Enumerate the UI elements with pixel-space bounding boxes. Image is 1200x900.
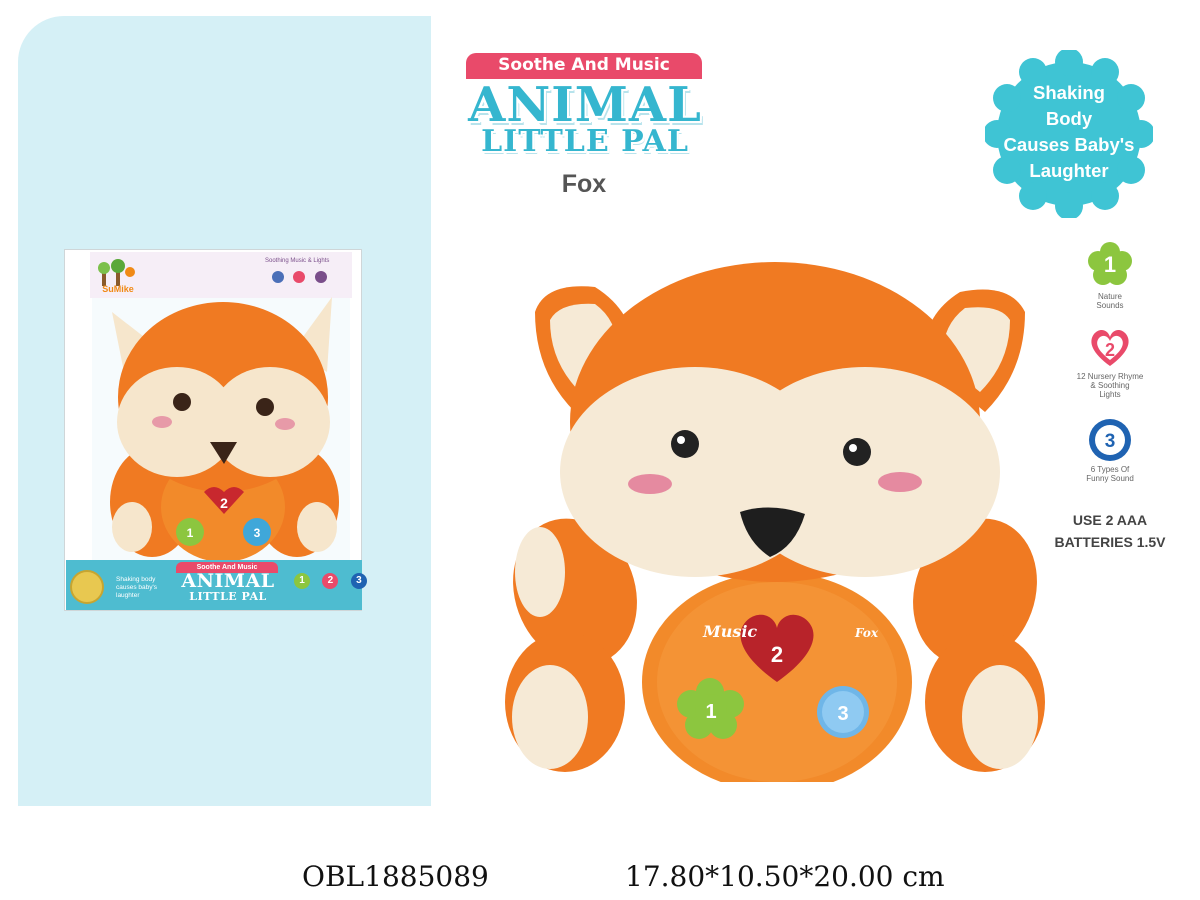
toy-button-3-label: 3 — [837, 703, 848, 725]
box-feature-1-icon: 1 — [294, 573, 310, 589]
soothing-icon — [272, 271, 284, 283]
toy-button-1-label: 1 — [705, 701, 716, 723]
box-header-text: Soothing Music & Lights — [265, 258, 330, 264]
badge-line: Causes Baby's — [1003, 134, 1135, 155]
feature-2-label-line: 12 Nursery Rhyme — [1076, 372, 1144, 381]
item-code: OBL1885089 — [302, 860, 489, 893]
box-button-3-label: 3 — [254, 526, 261, 540]
fox-toy-image: 2 1 3 Music Fox — [505, 262, 1045, 782]
badge-line: Body — [1045, 108, 1093, 129]
feature-3-label-line: 6 Types Of — [1090, 465, 1130, 474]
badge-line: Laughter — [1029, 160, 1109, 181]
product-line-subtitle: LITTLE PAL — [481, 124, 689, 159]
box-button-1-label: 1 — [187, 526, 194, 540]
feature-2-label-line: & Soothing — [1090, 381, 1130, 390]
heart-icon: 2 — [1091, 330, 1129, 366]
toy-fox-label: Fox — [854, 626, 879, 640]
feature-1-label: Nature Sounds — [1050, 292, 1170, 310]
badge-text: Shaking Body Causes Baby's Laughter — [995, 80, 1143, 184]
box-button-2-label: 2 — [220, 495, 228, 511]
flower-icon: 1 — [1088, 242, 1132, 285]
feature-2-label: 12 Nursery Rhyme & Soothing Lights — [1050, 372, 1170, 399]
music-note-icon — [314, 271, 327, 283]
boxed-fox-image: 2 1 3 — [110, 297, 339, 560]
box-slogan: Shaking body causes baby's laughter — [116, 576, 157, 599]
toy-music-label: Music — [702, 622, 757, 641]
box-feature-3-icon: 3 — [350, 573, 367, 589]
toy-button-2-label: 2 — [771, 642, 783, 667]
box-subtitle: LITTLE PAL — [189, 590, 267, 603]
feature-3-number: 3 — [1105, 431, 1116, 452]
product-name: Fox — [561, 170, 607, 198]
feature-1-label-line: Sounds — [1096, 301, 1124, 310]
battery-line: BATTERIES 1.5V — [1054, 534, 1166, 550]
badge-line: Shaking — [1033, 82, 1105, 103]
award-seal-icon — [70, 570, 104, 604]
circle-icon: 3 — [1089, 419, 1131, 461]
product-dimensions: 17.80*10.50*20.00 cm — [625, 860, 945, 893]
feature-3-label: 6 Types Of Funny Sound — [1050, 465, 1170, 483]
box-header-icons — [272, 270, 332, 288]
light-icon — [293, 271, 306, 283]
feature-3-label-line: Funny Sound — [1086, 474, 1134, 483]
feature-2-number: 2 — [1105, 340, 1115, 360]
box-feature-icons: 1 2 3 — [294, 570, 375, 589]
feature-2-label-line: Lights — [1099, 390, 1121, 399]
box-title: ANIMAL — [181, 570, 275, 592]
box-feature-2-icon: 2 — [322, 573, 339, 589]
feature-1-number: 1 — [1104, 252, 1116, 277]
title-ribbon-text: Soothe And Music — [498, 55, 670, 75]
battery-info: USE 2 AAA BATTERIES 1.5V — [1050, 509, 1170, 553]
battery-line: USE 2 AAA — [1072, 512, 1148, 528]
feature-1-label-line: Nature — [1097, 292, 1122, 301]
